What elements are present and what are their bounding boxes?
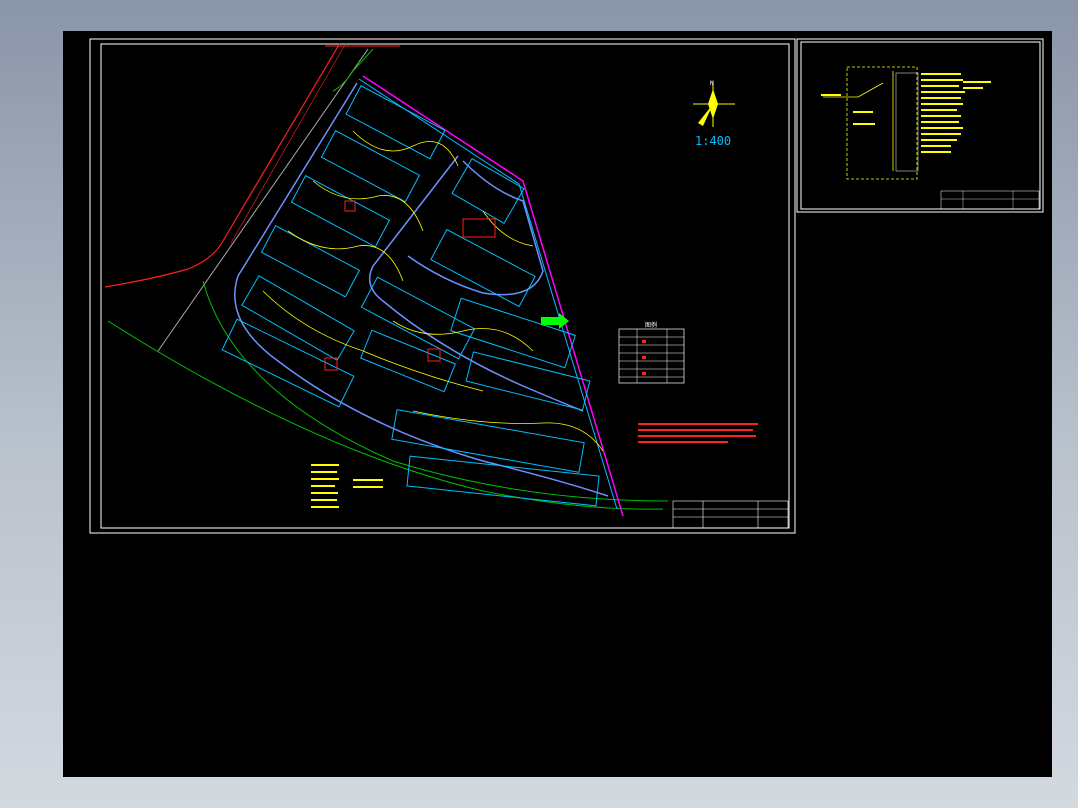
red-annotations [324,200,496,371]
building-blocks [221,85,600,507]
system-sheet-outer-frame [796,38,1044,213]
legend-title: 图例 [645,321,657,329]
interior-roads [234,82,609,497]
site-plan-title-block [672,500,789,529]
yellow-notes [311,464,383,508]
cad-drawing-canvas: N 1:400 图例 [89,38,1044,534]
system-diagram [821,66,1040,210]
pipe-network [262,130,604,452]
scale-label: 1:400 [695,134,731,148]
legend-table [618,328,685,384]
site-plan-outer-frame [89,38,796,534]
north-label: N [710,80,714,87]
outer-roads [104,42,669,510]
system-sheet-inner-frame [800,41,1041,210]
design-notes [638,423,758,443]
cad-drawing-viewport[interactable]: N 1:400 图例 [63,31,1052,777]
flow-arrow [541,313,569,329]
north-arrow [693,81,735,127]
